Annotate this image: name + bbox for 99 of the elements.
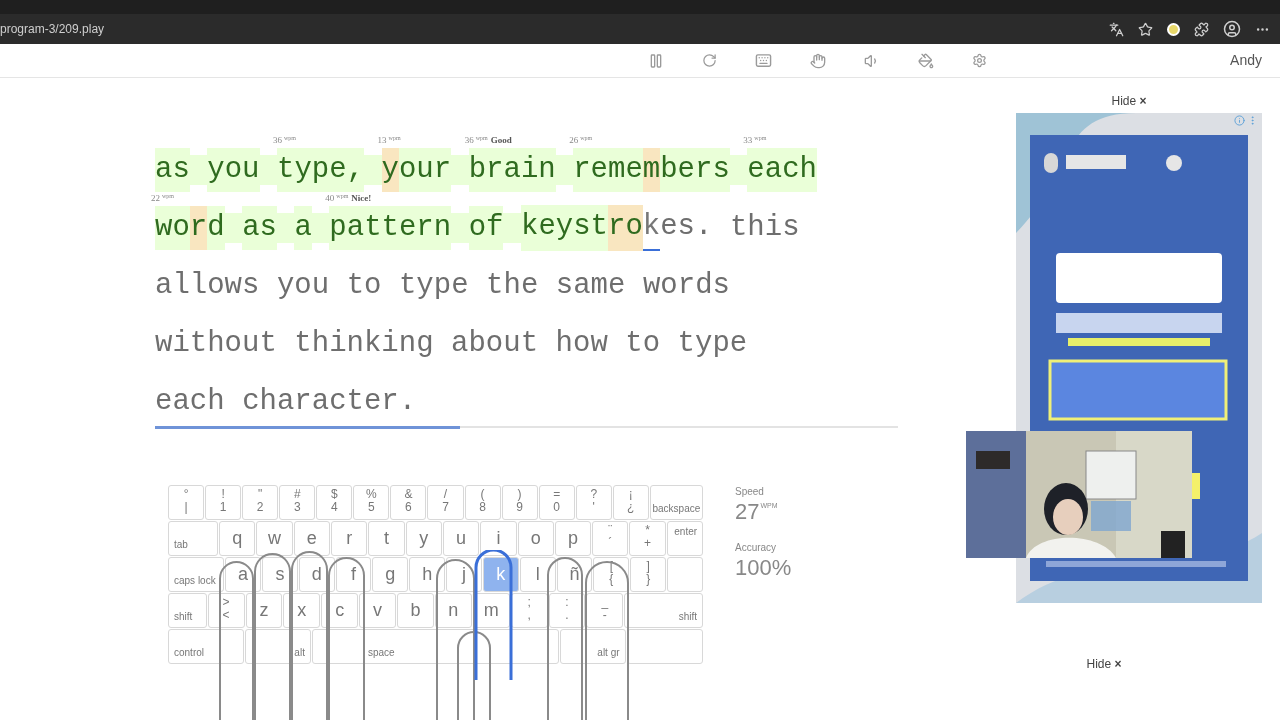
keyboard-key: r <box>330 521 368 556</box>
lesson-word: to <box>625 326 661 363</box>
keyboard-key: p <box>554 521 592 556</box>
lesson-word: type <box>677 326 748 363</box>
profile-icon[interactable] <box>1223 20 1241 38</box>
keyboard-key: = 0 <box>538 485 575 520</box>
keyboard-key: ¨ ´ <box>592 521 629 556</box>
keyboard-key: * + <box>629 521 666 556</box>
lesson-word: to <box>346 268 382 305</box>
keyboard-key: tab <box>168 521 219 556</box>
restart-icon[interactable] <box>702 53 717 68</box>
keyboard-key: shift <box>624 593 703 628</box>
keyboard-key: ) 9 <box>501 485 538 520</box>
keyboard-icon[interactable] <box>755 52 772 69</box>
lesson-word: how <box>555 326 608 363</box>
keyboard-key: backspace <box>649 485 703 520</box>
lesson-word: you <box>276 268 330 305</box>
typed-space-cell <box>364 155 382 185</box>
keyboard-key: b <box>397 593 434 628</box>
keyboard-key: g <box>372 557 409 592</box>
stat-label: Speed <box>735 485 765 499</box>
keyboard-key: v <box>359 593 396 628</box>
keyboard-key: " 2 <box>242 485 279 520</box>
speed-label: 36 $^{wpm}$ <box>273 134 297 147</box>
lesson-word: this <box>729 210 800 247</box>
extension-icon[interactable] <box>1167 22 1180 36</box>
keyboard-key: q <box>219 521 256 556</box>
lesson-word: each <box>155 384 225 421</box>
lesson-word: you <box>207 148 260 192</box>
keyboard-key: h <box>409 557 446 592</box>
lesson-word: type <box>398 268 469 305</box>
translate-icon[interactable] <box>1109 21 1124 37</box>
paint-bucket-icon[interactable] <box>918 52 934 69</box>
lesson-word: about <box>451 326 539 363</box>
hide-ad-button[interactable]: Hide × <box>1111 92 1147 110</box>
lesson-word: as <box>155 148 190 192</box>
lesson-word: brain <box>468 148 556 192</box>
hand-icon[interactable] <box>810 52 826 69</box>
keyboard-key: ¡ ¿ <box>612 485 649 520</box>
user-name[interactable]: Andy <box>1230 50 1262 71</box>
keyboard-key: ! 1 <box>205 485 242 520</box>
keyboard-key: l <box>519 557 556 592</box>
pause-icon[interactable] <box>648 52 664 69</box>
stat-value: 100% <box>735 555 792 581</box>
keyboard-key: u <box>442 521 480 556</box>
lesson-word: same <box>555 268 626 305</box>
speed-label: 36 $^{wpm}$ Good <box>464 134 512 147</box>
lesson-word: without <box>155 326 277 363</box>
keyboard-key: shift <box>168 593 207 628</box>
keyboard-key: control <box>168 629 245 664</box>
lesson-word: word <box>155 206 225 250</box>
speed-label: 13 $^{wpm}$ <box>377 134 401 147</box>
keyboard-key: ( 8 <box>464 485 501 520</box>
lesson-word: a <box>294 206 312 250</box>
keyboard-key: e <box>293 521 330 556</box>
lesson-word: remembers <box>573 148 730 192</box>
keyboard-key: > < <box>207 593 245 628</box>
lesson-word: the <box>486 268 539 305</box>
lesson-word: of <box>468 206 504 250</box>
keyboard-key: f <box>335 557 372 592</box>
keyboard-key: / 7 <box>427 485 464 520</box>
keyboard-key: _ - <box>586 593 624 628</box>
keyboard-key: # 3 <box>279 485 316 520</box>
keyboard-key: & 6 <box>390 485 427 520</box>
keyboard-key: enter <box>666 521 704 556</box>
keyboard-key: t <box>368 521 405 556</box>
speed-label: 26 $^{wpm}$ <box>569 134 593 147</box>
keyboard-key: alt gr <box>560 629 626 664</box>
lesson-word: pattern <box>329 206 452 250</box>
keyboard-key: o <box>517 521 554 556</box>
speed-label: 22 $^{wpm}$ <box>151 192 174 205</box>
keyboard-key: y <box>405 521 442 556</box>
keyboard-key: n <box>434 593 472 628</box>
keyboard-key: ] } <box>630 557 667 592</box>
keyboard-key: $ 4 <box>316 485 353 520</box>
puzzle-icon[interactable] <box>1194 21 1209 37</box>
lesson-word: keyst rokes. <box>521 205 713 251</box>
speed-label: 40 $^{wpm}$ Nice! <box>325 192 372 205</box>
lesson-word: thinking <box>294 326 434 363</box>
keyboard-key: space <box>311 629 560 664</box>
lesson-word: character. <box>242 384 417 421</box>
hide-ad-button[interactable]: Hide × <box>1086 655 1122 673</box>
speed-label: 33 $^{wpm}$ <box>743 134 767 147</box>
stat-label: Accuracy <box>735 541 778 555</box>
keyboard-key: ? ' <box>575 485 612 520</box>
keyboard-key: ° | <box>168 485 205 520</box>
keyboard-key: % 5 <box>353 485 390 520</box>
keyboard-key: w <box>256 521 293 556</box>
keyboard-key: i <box>480 521 517 556</box>
settings-icon[interactable] <box>972 53 987 68</box>
lesson-word: allows <box>155 268 260 305</box>
lesson-word: as <box>242 206 277 250</box>
lesson-word: words <box>642 268 730 305</box>
keyboard-key: caps lock <box>168 557 225 592</box>
star-icon[interactable] <box>1138 21 1153 37</box>
lesson-word: each <box>747 148 817 192</box>
stat-value: 27 <box>735 499 760 525</box>
lesson-word: type, <box>277 148 365 192</box>
lesson-word: your <box>381 148 452 192</box>
